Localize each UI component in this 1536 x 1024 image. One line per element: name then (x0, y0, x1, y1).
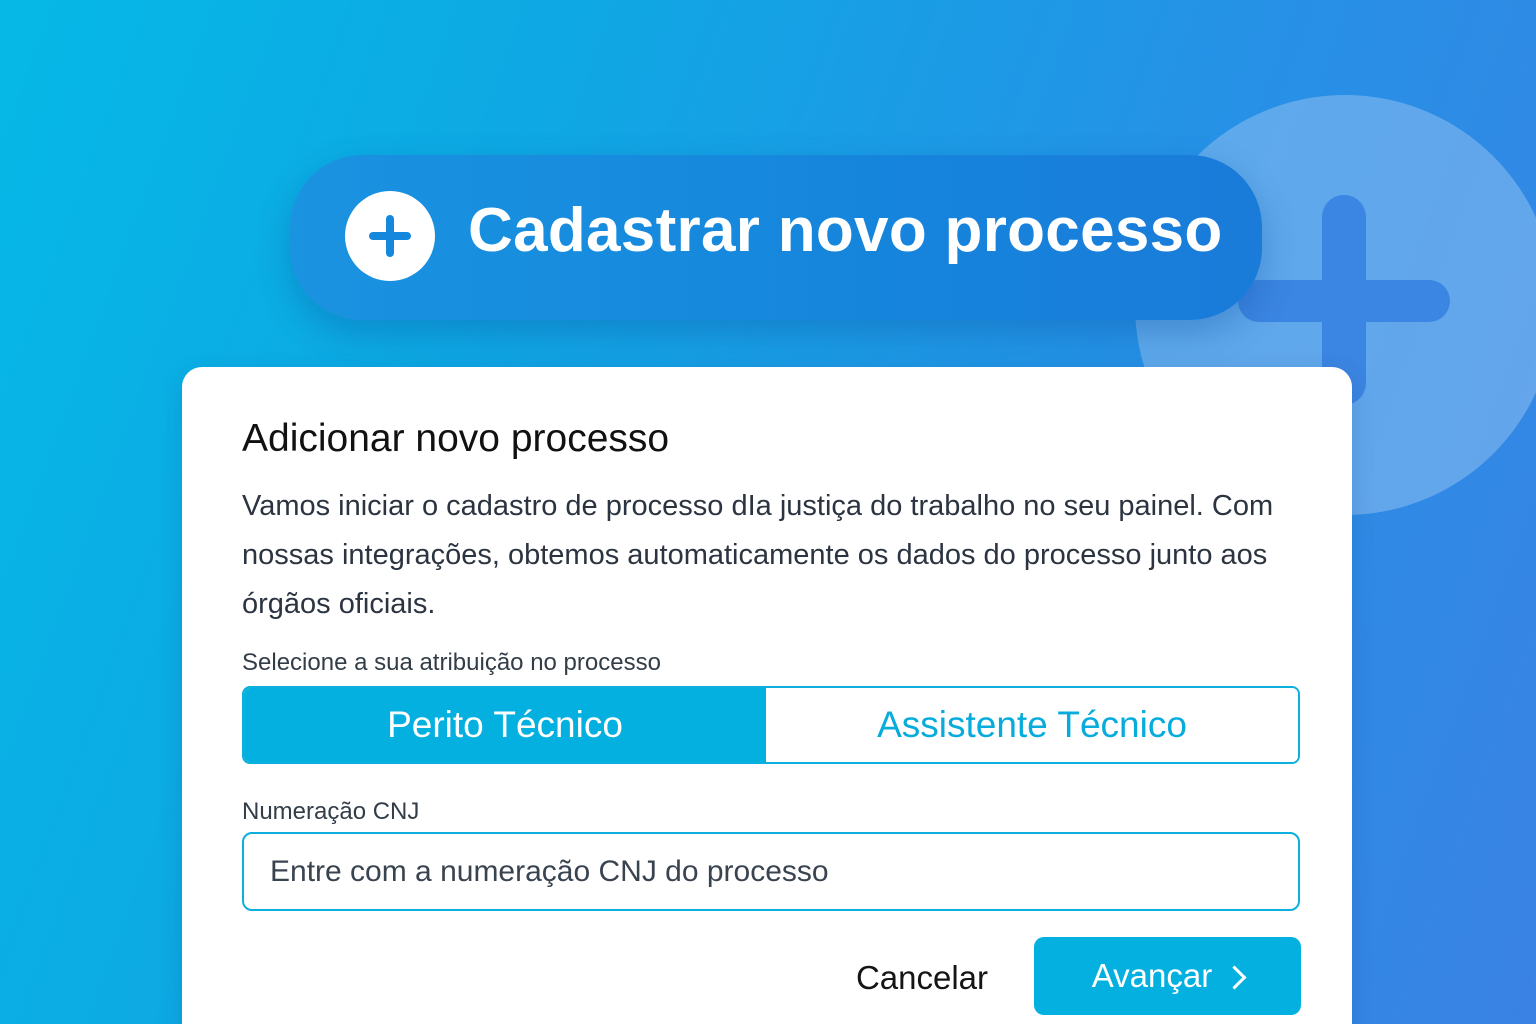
role-label: Selecione a sua atribuição no processo (242, 649, 661, 676)
chevron-right-icon (1222, 964, 1247, 990)
cnj-number-input[interactable] (242, 832, 1300, 911)
role-selector: Perito Técnico Assistente Técnico (242, 686, 1300, 764)
dialog-title: Adicionar novo processo (242, 417, 670, 460)
next-button-label: Avançar (1091, 957, 1213, 994)
role-option-perito-tecnico[interactable]: Perito Técnico (244, 688, 766, 762)
hero-title: Cadastrar novo processo (468, 196, 1223, 265)
add-process-dialog: Adicionar novo processo Vamos iniciar o … (182, 367, 1352, 1024)
next-button[interactable]: Avançar (1034, 937, 1301, 1015)
role-option-assistente-tecnico[interactable]: Assistente Técnico (766, 688, 1298, 762)
cancel-button[interactable]: Cancelar (842, 945, 1002, 1011)
hero-banner: Cadastrar novo processo (290, 155, 1262, 320)
background-plus-horizontal-bar (1238, 280, 1450, 322)
dialog-description: Vamos iniciar o cadastro de processo dIa… (242, 490, 1274, 620)
cnj-label: Numeração CNJ (242, 798, 420, 825)
plus-circle-icon (345, 191, 435, 281)
